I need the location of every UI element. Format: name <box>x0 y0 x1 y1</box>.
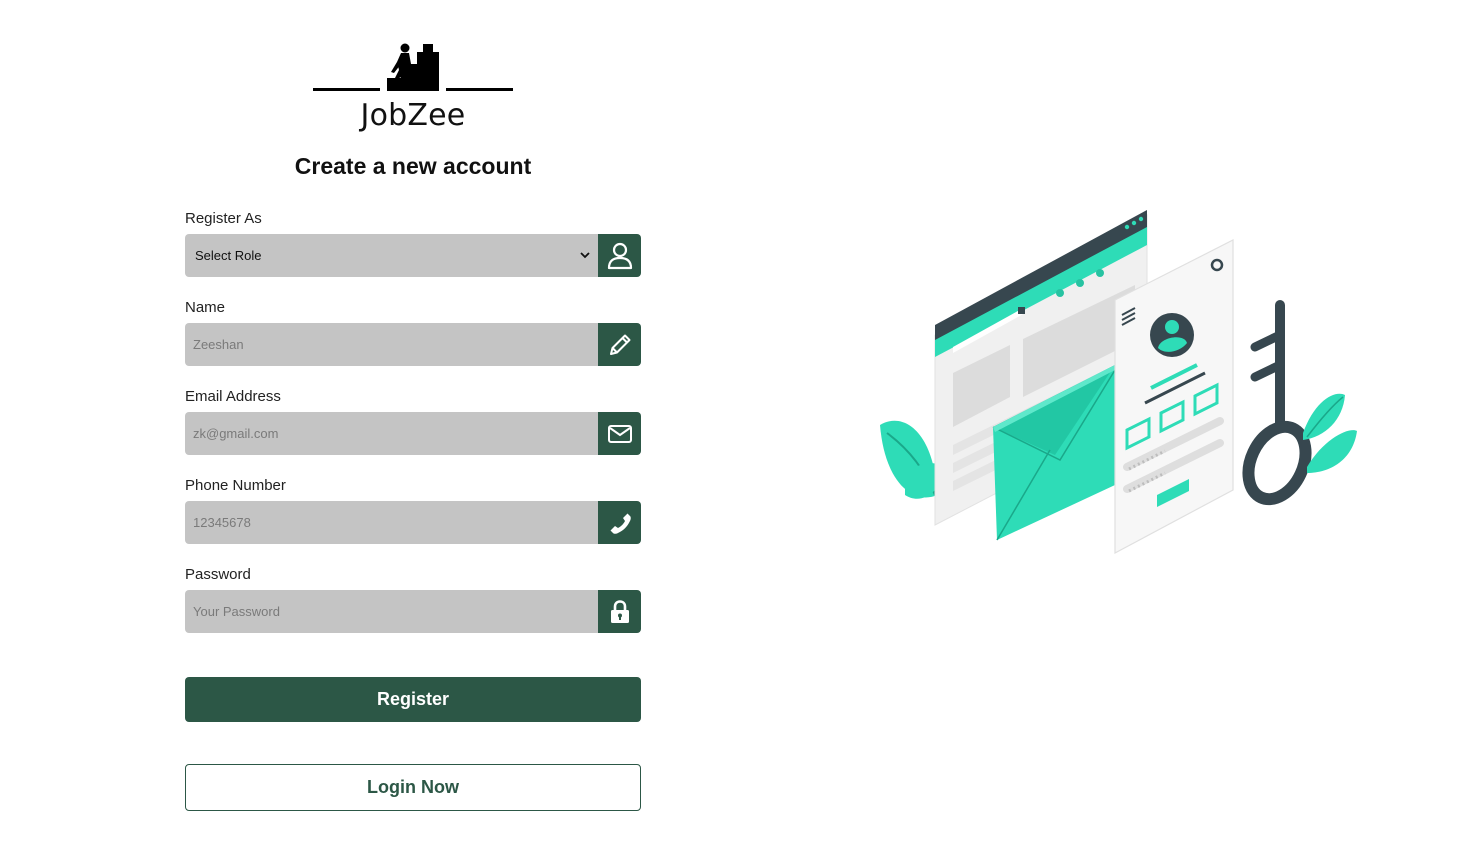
role-select[interactable]: Select Role <box>185 234 598 277</box>
brand-name: JobZee <box>360 98 466 133</box>
pencil-icon <box>609 334 630 355</box>
email-icon-box <box>598 412 641 455</box>
page-title: Create a new account <box>294 153 532 179</box>
email-label: Email Address <box>185 388 281 405</box>
role-icon-box <box>598 234 641 277</box>
phone-label: Phone Number <box>185 477 286 494</box>
phone-input[interactable] <box>185 501 598 544</box>
phone-icon <box>610 513 631 534</box>
key-icon <box>1242 300 1312 506</box>
envelope-icon <box>607 424 632 443</box>
leaf-right-icon <box>1303 393 1357 473</box>
role-select-value: Select Role <box>195 248 262 263</box>
login-now-button[interactable]: Login Now <box>185 764 641 811</box>
chevron-down-icon <box>580 252 590 259</box>
name-icon-box <box>598 323 641 366</box>
climber-logo-icon <box>313 43 513 91</box>
register-button[interactable]: Register <box>185 677 641 722</box>
name-input[interactable] <box>185 323 598 366</box>
password-field: Password <box>185 565 641 633</box>
register-panel: JobZee Create a new account Register As … <box>185 0 641 851</box>
password-input[interactable] <box>185 590 598 633</box>
user-icon <box>607 242 632 269</box>
name-field: Name <box>185 298 641 366</box>
email-input[interactable] <box>185 412 598 455</box>
password-icon-box <box>598 590 641 633</box>
jobzee-logo: JobZee <box>313 42 513 134</box>
password-label: Password <box>185 566 251 583</box>
name-label: Name <box>185 299 226 316</box>
phone-field: Phone Number <box>185 476 641 544</box>
email-field: Email Address <box>185 387 641 455</box>
role-field: Register As Select Role <box>185 209 641 277</box>
phone-icon-box <box>598 501 641 544</box>
role-label: Register As <box>185 210 262 227</box>
lock-icon <box>610 599 629 623</box>
signup-illustration <box>880 210 1357 555</box>
